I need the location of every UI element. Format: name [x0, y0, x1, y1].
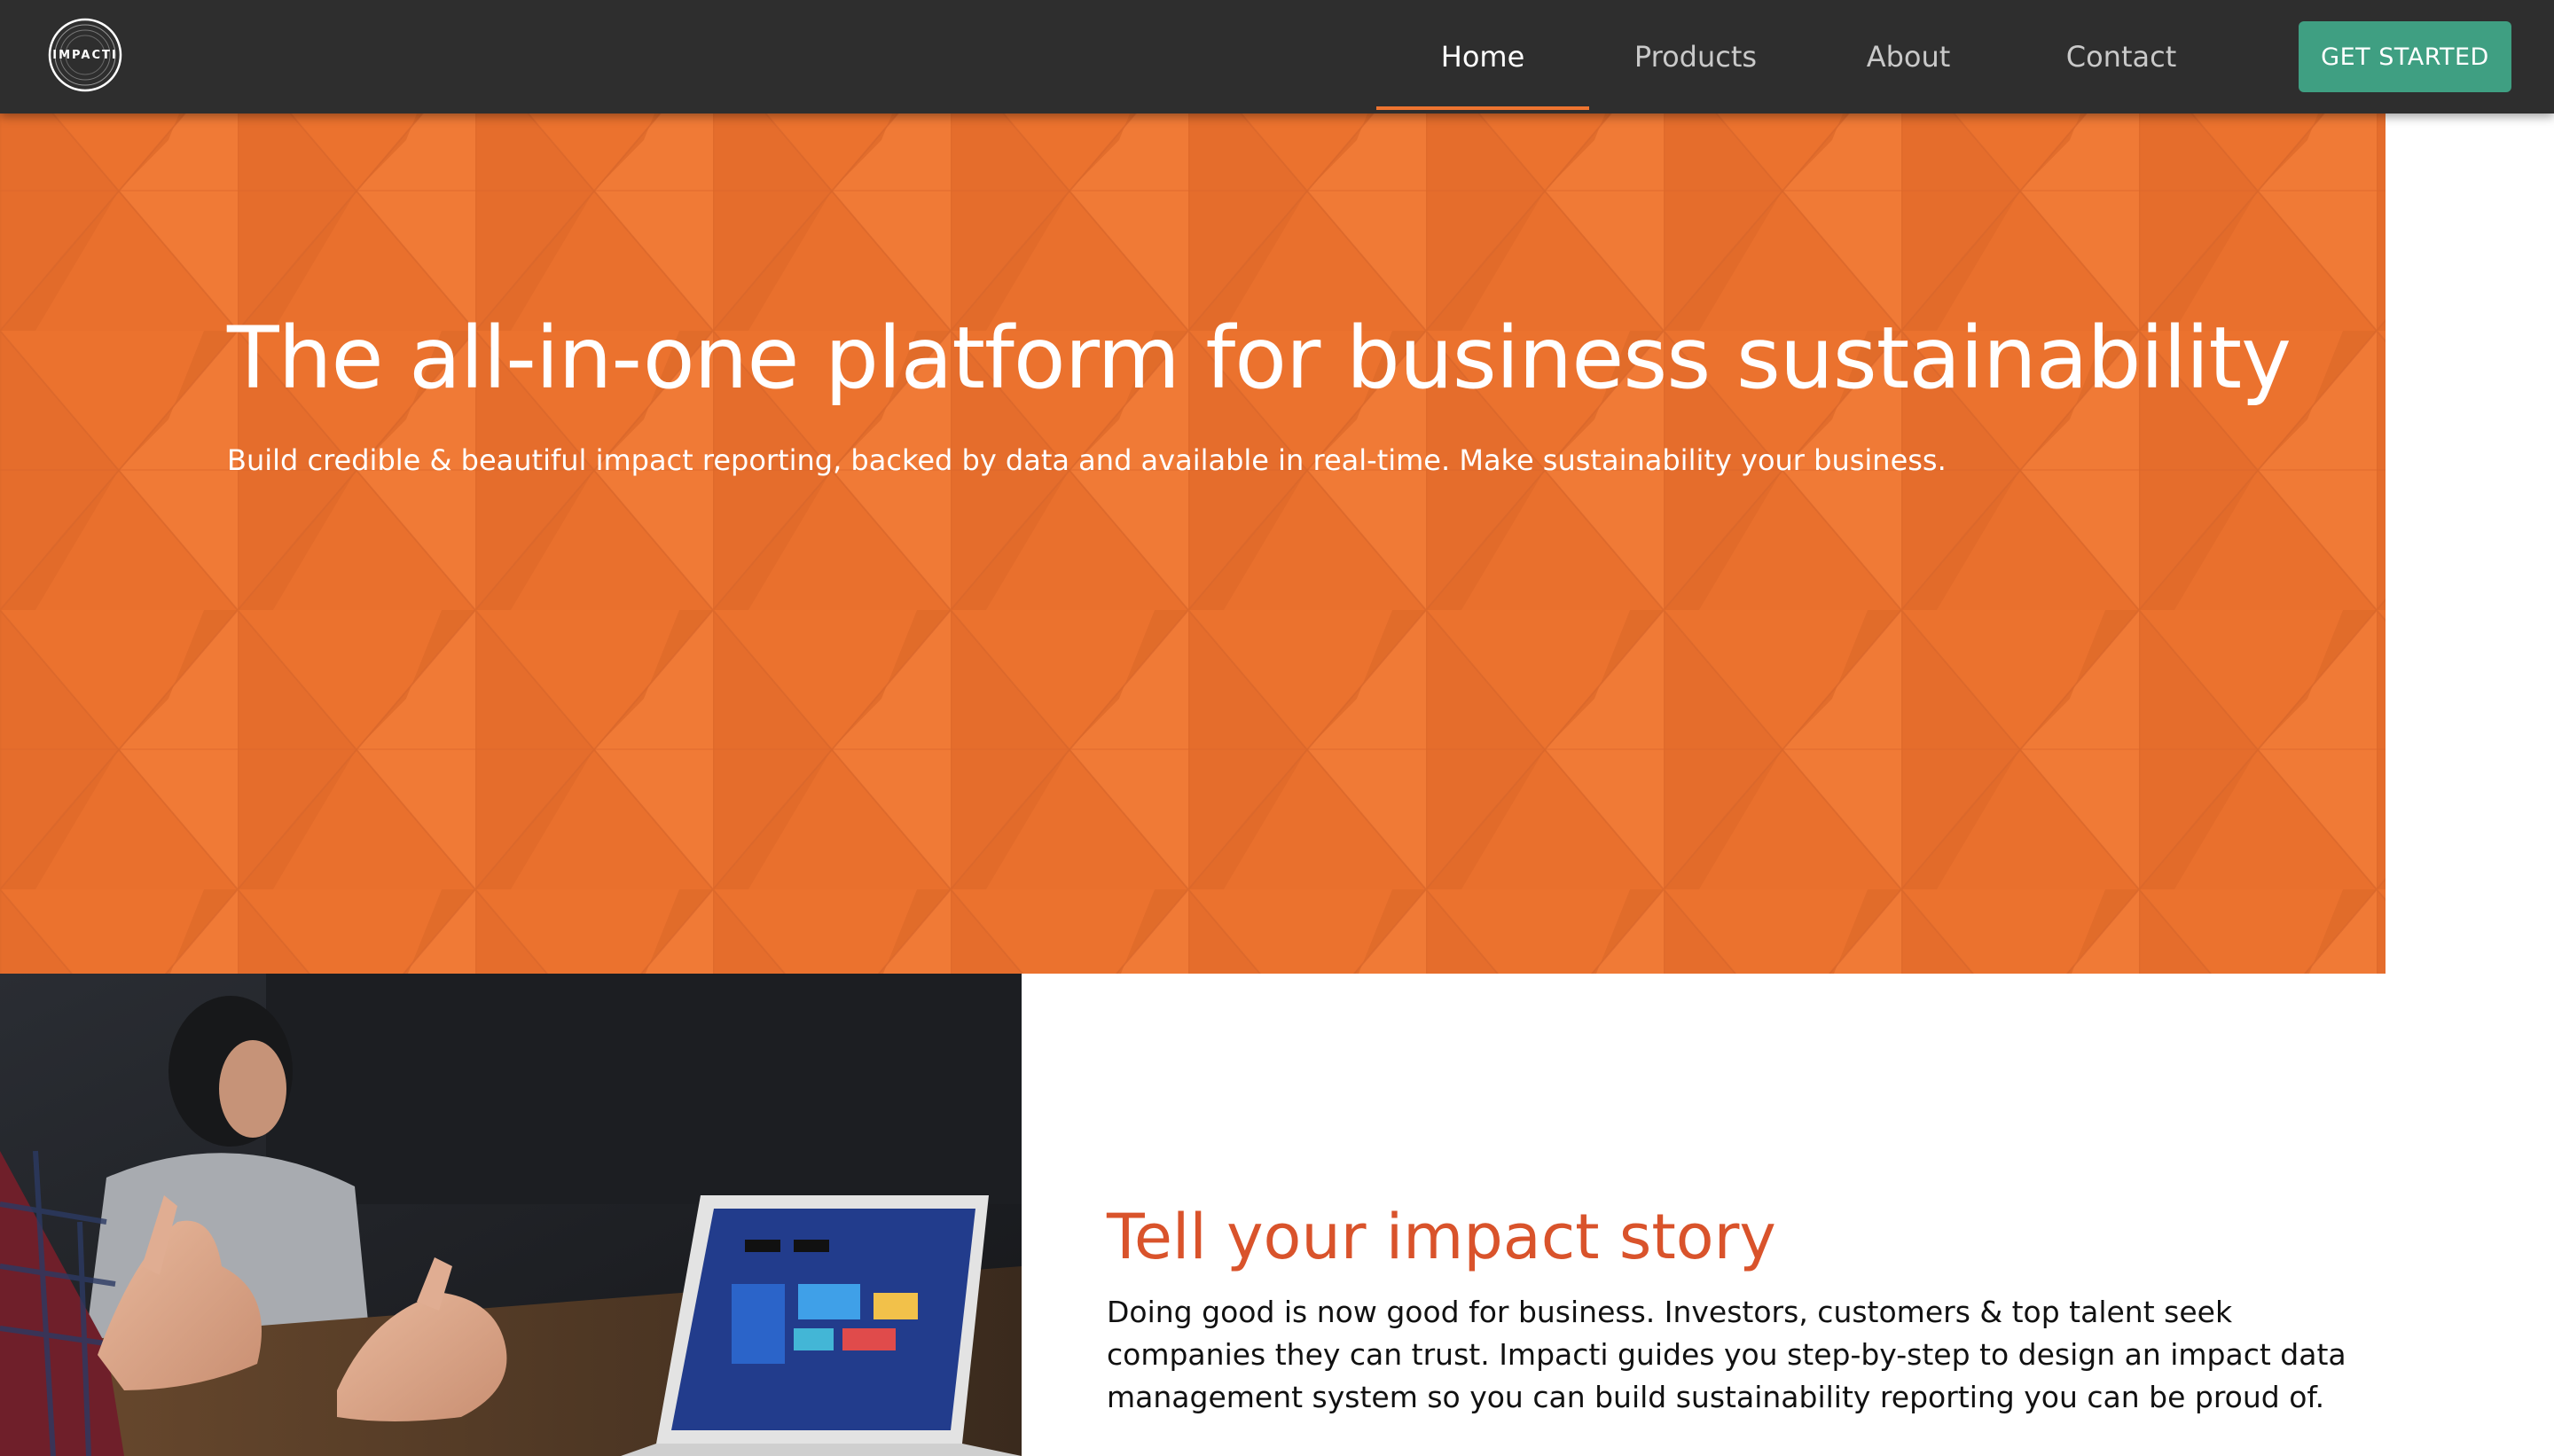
nav-link-about[interactable]: About	[1802, 0, 2015, 114]
nav-links: Home Products About Contact	[1376, 0, 2228, 114]
story-title: Tell your impact story	[1107, 1201, 1776, 1273]
nav-link-label: About	[1866, 40, 1951, 74]
story-body: Doing good is now good for business. Inv…	[1107, 1295, 2346, 1414]
get-started-button[interactable]: GET STARTED	[2299, 21, 2511, 92]
logo-wordmark: IMPACTI	[52, 48, 118, 62]
nav-link-contact[interactable]: Contact	[2015, 0, 2228, 114]
nav-link-label: Contact	[2065, 40, 2177, 74]
meeting-photo-illustration	[0, 974, 1022, 1456]
active-underline	[1376, 106, 1589, 110]
nav-link-home[interactable]: Home	[1376, 0, 1589, 114]
geometric-pattern-background	[0, 114, 2386, 974]
meeting-laptop-photo	[0, 974, 1022, 1456]
nav-link-label: Home	[1440, 40, 1525, 74]
nav-link-label: Products	[1633, 40, 1758, 74]
top-navigation-bar: IMPACTI Home Products About Contact GET …	[0, 0, 2554, 114]
impacti-logo[interactable]: IMPACTI	[48, 18, 122, 92]
hero-subtitle: Build credible & beautiful impact report…	[227, 443, 1947, 477]
hero-title: The all-in-one platform for business sus…	[227, 309, 2292, 408]
nav-link-products[interactable]: Products	[1589, 0, 1802, 114]
hero-section: The all-in-one platform for business sus…	[0, 114, 2386, 974]
